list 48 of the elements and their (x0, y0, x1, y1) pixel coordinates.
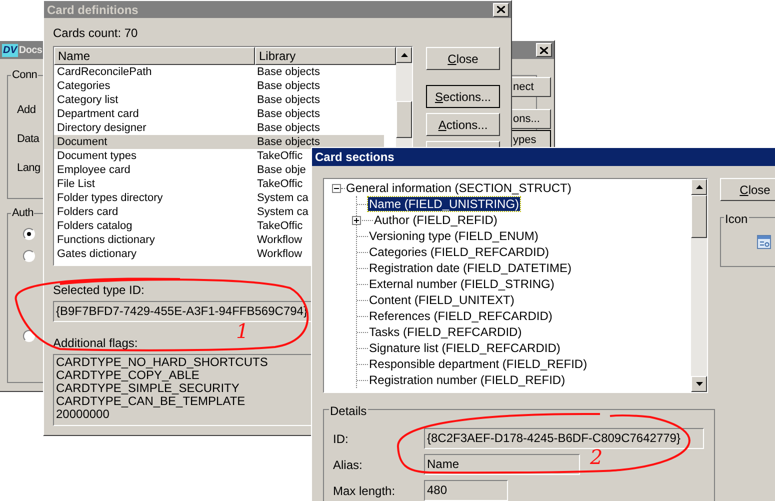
table-cell-text: Employee card (56, 163, 132, 177)
field-label: Additional flags: (53, 336, 138, 350)
window-title: Card sections (315, 149, 394, 166)
table-cell-text: Base objects (256, 135, 320, 149)
count-label: Cards count: 70 (53, 26, 138, 40)
annotation-number: 2 (590, 446, 603, 468)
table-cell-text: Base obje (256, 163, 306, 177)
table-cell-text: Gates dictionary (56, 247, 138, 261)
table-cell-text: System ca (256, 205, 308, 219)
table-cell-text: Department card (56, 107, 140, 121)
table-cell-text: Base objects (256, 65, 320, 79)
app-logo: DV (2, 44, 18, 56)
field-label: Alias: (332, 456, 364, 474)
window-title: Docs (18, 44, 42, 58)
field-label: Selected type ID: (53, 283, 144, 297)
table-cell-text: Document (56, 135, 108, 149)
table-cell-text: TakeOffic (256, 149, 303, 163)
table-cell-text: Folders catalog (56, 219, 134, 233)
flag-text: CARDTYPE_CAN_BE_TEMPLATE (56, 395, 246, 408)
table-cell-text: Base objects (256, 121, 320, 135)
table-cell-text: Base objects (256, 93, 320, 107)
table-cell-text: System ca (256, 191, 308, 205)
table-cell-text: Folder types directory (56, 191, 164, 205)
table-cell-text: Workflow (256, 247, 302, 261)
flag-text: CARDTYPE_COPY_ABLE (56, 369, 200, 382)
table-cell-text: Document types (56, 149, 138, 163)
table-cell-text: CardReconcilePath (56, 65, 153, 79)
table-cell-text: Folders card (56, 205, 120, 219)
field-label: Lang (17, 161, 40, 176)
table-cell-text: Workflow (256, 233, 302, 247)
window-title: Card definitions (47, 2, 138, 18)
annotation-number: 1 (236, 320, 249, 342)
table-cell-text: TakeOffic (256, 177, 303, 191)
flag-text: CARDTYPE_NO_HARD_SHORTCUTS (56, 356, 268, 369)
table-cell-text: File List (56, 177, 96, 191)
table-cell-text: Functions dictionary (56, 233, 156, 247)
table-cell-text: TakeOffic (256, 219, 303, 233)
field-label: Max length: (332, 482, 396, 500)
field-label: ID: (332, 430, 350, 448)
field-label: Add (17, 103, 36, 118)
field-label: Data (17, 132, 40, 147)
table-cell-text: Categories (56, 79, 112, 93)
flag-text: CARDTYPE_SIMPLE_SECURITY (56, 382, 240, 395)
table-cell-text: Category list (56, 93, 120, 107)
flag-text: 20000000 (56, 408, 110, 421)
table-cell-text: Directory designer (56, 121, 148, 135)
table-cell-text: Base objects (256, 107, 320, 121)
table-cell-text: Base objects (256, 79, 320, 93)
